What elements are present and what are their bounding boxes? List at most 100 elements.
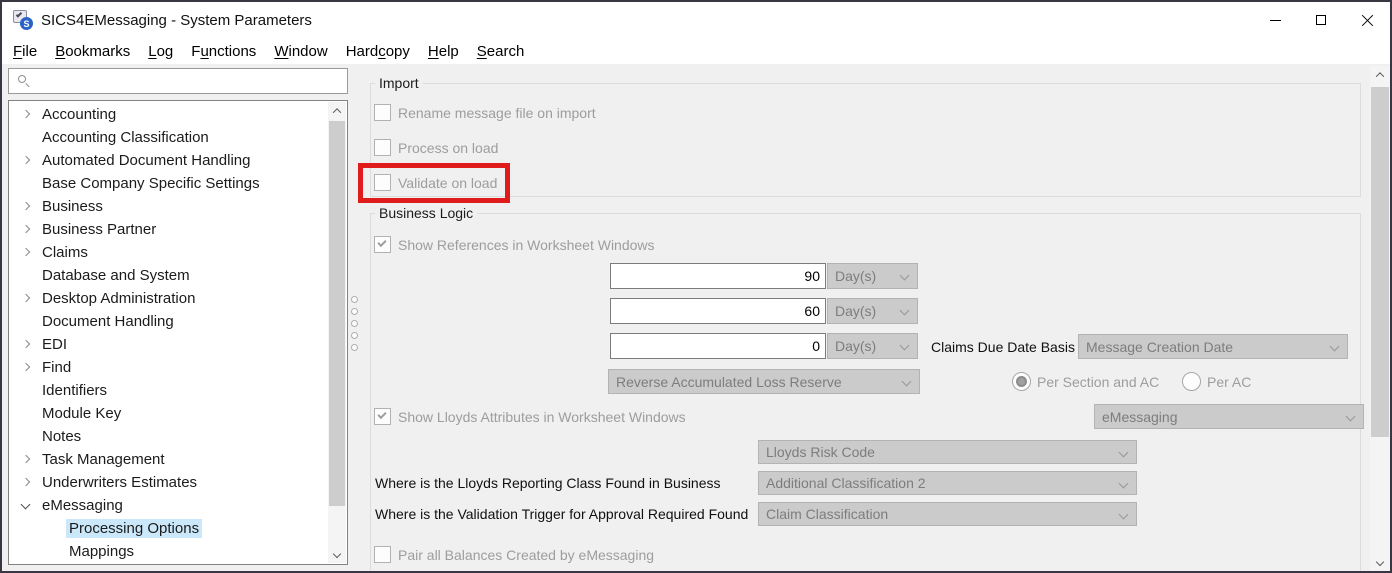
menu-item[interactable]: Functions [182, 41, 265, 62]
tree-item[interactable]: Desktop Administration [9, 287, 328, 310]
tree-item[interactable]: Underwriters Estimates [9, 471, 328, 494]
checkbox-icon[interactable] [374, 408, 391, 425]
menu-item[interactable]: Hardcopy [337, 41, 419, 62]
menu-item-text: Hard [346, 43, 379, 60]
tree-item[interactable]: Document Handling [9, 310, 328, 333]
menu-item-text: og [157, 43, 174, 60]
tree-expand-icon[interactable] [19, 269, 33, 283]
scrollbar-thumb[interactable] [329, 121, 345, 506]
lloyds-reporting-class-select[interactable]: Additional Classification 2 [758, 471, 1137, 495]
pair-balances-checkbox[interactable]: Pair all Balances Created by eMessaging [374, 546, 654, 563]
claims-due-date-basis-select[interactable]: Message Creation Date [1078, 334, 1348, 359]
tree-expand-icon[interactable] [19, 177, 33, 191]
search-icon [18, 75, 30, 87]
tree-expand-icon[interactable] [19, 246, 33, 260]
checkbox-icon[interactable] [374, 104, 391, 121]
menu-item-mnemonic: S [477, 43, 487, 60]
day-value-input-1[interactable] [610, 263, 826, 289]
menu-item-mnemonic: W [274, 43, 288, 60]
tree-item[interactable]: Accounting Classification [9, 126, 328, 149]
menu-item[interactable]: Bookmarks [46, 41, 139, 62]
tree-expand-icon[interactable] [19, 292, 33, 306]
tree-item[interactable]: Identifiers [9, 379, 328, 402]
tree-item[interactable]: Module Key [9, 402, 328, 425]
tree-scrollbar[interactable] [328, 102, 346, 563]
select-value: Message Creation Date [1086, 339, 1233, 355]
day-unit-select-2[interactable]: Day(s) [827, 298, 918, 324]
main-scrollbar[interactable] [1370, 66, 1390, 571]
tree-expand-icon[interactable] [19, 453, 33, 467]
menu-item[interactable]: File [4, 41, 46, 62]
tree-item[interactable]: Base Company Specific Settings [9, 172, 328, 195]
emessaging-select[interactable]: eMessaging [1094, 404, 1364, 429]
reverse-accumulated-loss-reserve-select[interactable]: Reverse Accumulated Loss Reserve [608, 369, 920, 394]
tree-expand-icon[interactable] [19, 200, 33, 214]
menu-item[interactable]: Search [468, 41, 534, 62]
checkbox-icon[interactable] [374, 236, 391, 253]
tree-item[interactable]: Find [9, 356, 328, 379]
tree-expand-icon[interactable] [19, 361, 33, 375]
validation-trigger-label: Where is the Validation Trigger for Appr… [375, 506, 748, 522]
tree-item[interactable]: Business Partner [9, 218, 328, 241]
tree-expand-icon[interactable] [19, 476, 33, 490]
tree-expand-icon[interactable] [19, 108, 33, 122]
scroll-up-button[interactable] [1370, 66, 1390, 84]
radio-icon[interactable] [1182, 372, 1201, 391]
day-value-input-2[interactable] [610, 298, 826, 324]
tree-expand-icon[interactable] [19, 154, 33, 168]
tree-item[interactable]: Accounting [9, 103, 328, 126]
checkbox-label: Show Lloyds Attributes in Worksheet Wind… [398, 409, 686, 425]
validation-trigger-select[interactable]: Claim Classification [758, 502, 1137, 526]
radio-label: Per AC [1207, 374, 1251, 390]
day-unit-select-3[interactable]: Day(s) [827, 333, 918, 359]
tree-item[interactable]: Automated Document Handling [9, 149, 328, 172]
menu-item[interactable]: Window [265, 41, 336, 62]
tree-item[interactable]: EDI [9, 333, 328, 356]
scroll-up-button[interactable] [328, 102, 346, 120]
rename-message-file-checkbox[interactable]: Rename message file on import [374, 104, 596, 121]
claims-due-date-basis-label: Claims Due Date Basis [931, 339, 1075, 355]
menu-item[interactable]: Log [139, 41, 182, 62]
day-value-input-3[interactable] [610, 333, 826, 359]
tree-expand-icon[interactable] [19, 131, 33, 145]
tree-item[interactable]: Claims [9, 241, 328, 264]
per-ac-radio[interactable]: Per AC [1182, 372, 1251, 391]
show-lloyds-attributes-checkbox[interactable]: Show Lloyds Attributes in Worksheet Wind… [374, 408, 686, 425]
splitter-grip-dot [351, 344, 358, 351]
tree-item[interactable]: eMessaging [9, 494, 328, 517]
tree-item-label: Automated Document Handling [39, 151, 253, 170]
scroll-down-button[interactable] [328, 545, 346, 563]
show-references-checkbox[interactable]: Show References in Worksheet Windows [374, 236, 655, 253]
tree-expand-icon[interactable] [19, 338, 33, 352]
day-unit-select-1[interactable]: Day(s) [827, 263, 918, 289]
tree-item[interactable]: Mappings [9, 540, 328, 563]
tree-expand-icon[interactable] [19, 407, 33, 421]
scroll-down-button[interactable] [1370, 553, 1390, 571]
tree-item[interactable]: Processing Options [9, 517, 328, 540]
scrollbar-thumb[interactable] [1371, 87, 1389, 437]
tree-expand-icon[interactable] [19, 384, 33, 398]
process-on-load-checkbox[interactable]: Process on load [374, 139, 498, 156]
tree-item-label: Accounting [39, 105, 119, 124]
splitter-grip-dot [351, 308, 358, 315]
tree-expand-icon[interactable] [19, 223, 33, 237]
close-button[interactable] [1344, 2, 1390, 38]
checkbox-icon[interactable] [374, 139, 391, 156]
checkbox-icon[interactable] [374, 546, 391, 563]
tree-item[interactable]: Notes [9, 425, 328, 448]
tree-item[interactable]: Business [9, 195, 328, 218]
tree-expand-icon[interactable] [19, 315, 33, 329]
business-logic-group-title: Business Logic [375, 205, 477, 221]
radio-icon[interactable] [1012, 372, 1031, 391]
menu-item[interactable]: Help [419, 41, 468, 62]
panel-splitter[interactable] [349, 64, 362, 571]
search-input[interactable] [30, 69, 347, 93]
per-section-and-ac-radio[interactable]: Per Section and AC [1012, 372, 1159, 391]
tree-expand-icon[interactable] [19, 430, 33, 444]
tree-expand-icon[interactable] [19, 499, 33, 513]
lloyds-risk-code-select[interactable]: Lloyds Risk Code [758, 440, 1137, 464]
minimize-button[interactable] [1252, 2, 1298, 38]
tree-item[interactable]: Task Management [9, 448, 328, 471]
tree-item[interactable]: Database and System [9, 264, 328, 287]
maximize-button[interactable] [1298, 2, 1344, 38]
